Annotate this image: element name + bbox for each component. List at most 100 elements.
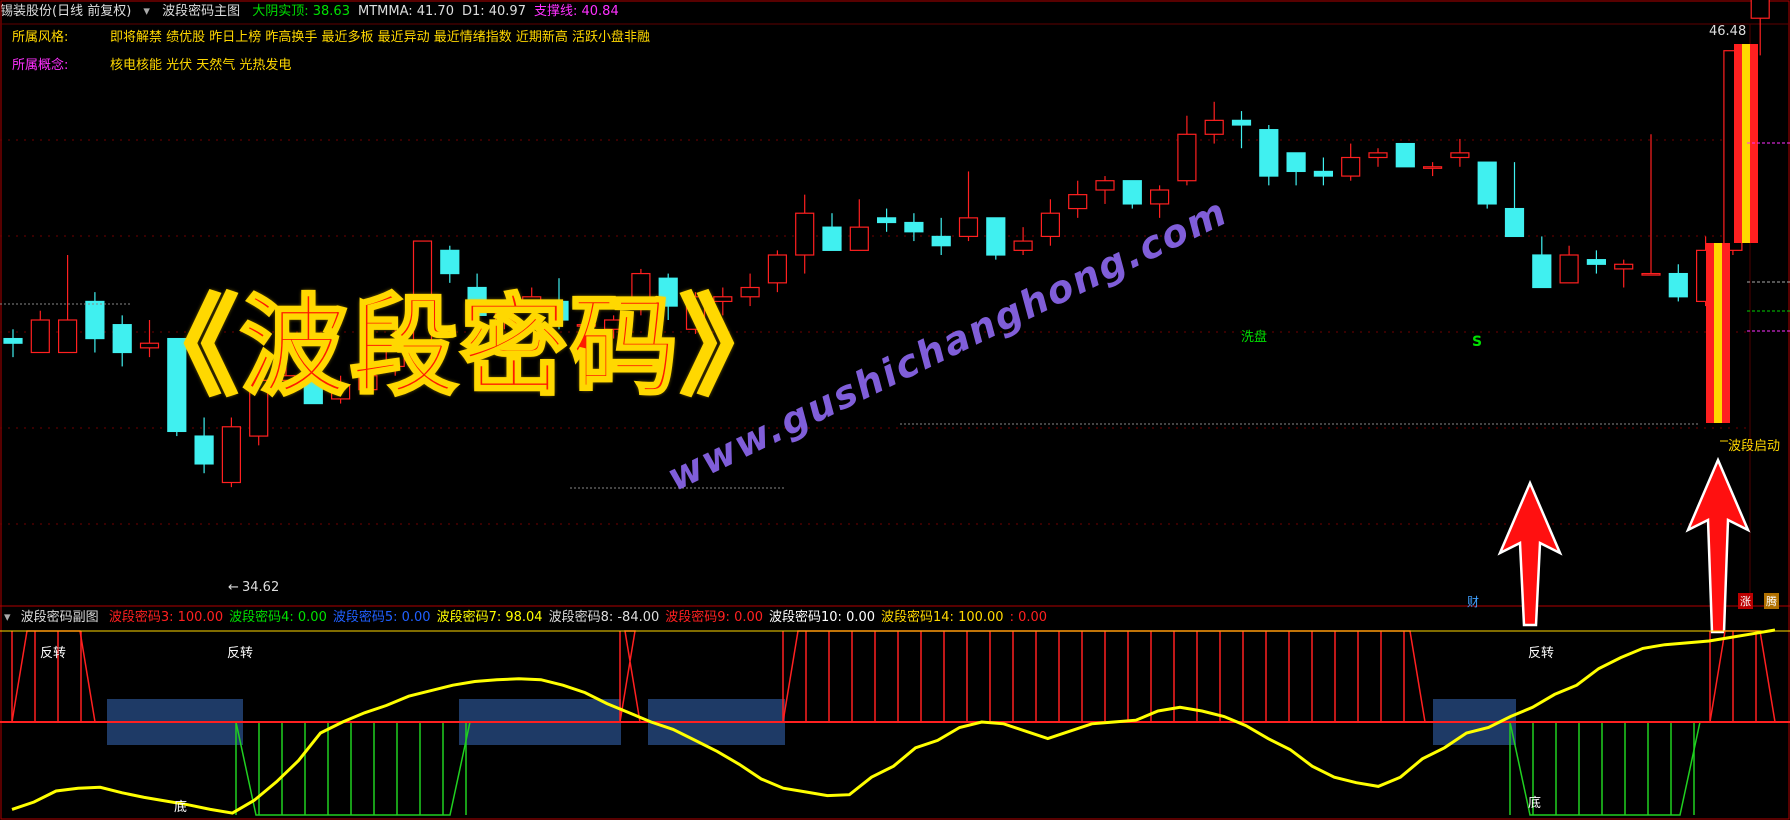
candle-body xyxy=(931,235,951,247)
candle-body xyxy=(1614,263,1634,270)
sub-value-1: 波段密码4: 0.00 xyxy=(229,610,327,625)
candle-body xyxy=(1395,142,1415,168)
candle xyxy=(1068,180,1088,218)
candle xyxy=(1614,259,1634,288)
candle xyxy=(85,292,105,353)
sub-value-3: 波段密码7: 98.04 xyxy=(436,610,543,625)
candle-body xyxy=(1040,212,1061,238)
finance-marker[interactable]: 财 xyxy=(1467,593,1479,610)
candle-body xyxy=(1286,152,1306,173)
candle-body xyxy=(3,337,23,344)
sub-value-5: 波段密码9: 0.00 xyxy=(665,610,764,625)
candle xyxy=(1341,143,1361,181)
candle xyxy=(1040,199,1061,246)
sub-indicator-name[interactable]: 波段密码副图 xyxy=(21,610,99,625)
candle-body xyxy=(1368,152,1388,159)
tab-teng[interactable]: 腾 xyxy=(1764,593,1779,609)
sub-value-8: : 0.00 xyxy=(1009,610,1048,625)
low-price-label: 34.62 xyxy=(242,580,280,595)
bear-outline xyxy=(235,721,471,816)
sub-collapse-icon[interactable]: ▾ xyxy=(4,610,11,625)
candle xyxy=(849,199,869,251)
candle-body xyxy=(1259,129,1279,177)
candle xyxy=(3,329,23,358)
wash-label: 洗盘 xyxy=(1241,330,1268,345)
candle xyxy=(931,217,951,255)
candle-body xyxy=(1095,180,1115,191)
candle-body xyxy=(1641,272,1661,276)
candle xyxy=(1422,162,1443,177)
reverse-label-3: 反转 xyxy=(1528,646,1555,661)
candle-body xyxy=(1750,0,1770,19)
candle-body xyxy=(795,212,815,256)
candle xyxy=(1013,227,1033,255)
candle-body xyxy=(57,319,78,354)
sub-indicator-values: 波段密码3: 100.00 波段密码4: 0.00 波段密码5: 0.00 波段密码7… xyxy=(109,610,1053,625)
candle xyxy=(1559,245,1579,284)
candle-body xyxy=(30,319,50,354)
candle xyxy=(1668,264,1688,302)
candle xyxy=(1532,236,1552,289)
candle xyxy=(986,217,1006,260)
candle xyxy=(1586,250,1607,274)
candle xyxy=(1395,142,1415,168)
candle xyxy=(112,315,132,367)
sub-value-0: 波段密码3: 100.00 xyxy=(108,610,224,625)
candle-body xyxy=(986,217,1006,256)
sub-value-4: 波段密码8: -84.00 xyxy=(548,610,660,625)
candle-body xyxy=(1504,207,1525,238)
candle-body xyxy=(112,324,132,354)
s-signal: S xyxy=(1472,334,1483,350)
candle-body xyxy=(1422,166,1443,169)
tab-zhang[interactable]: 涨 xyxy=(1738,593,1753,609)
sub-value-2: 波段密码5: 0.00 xyxy=(332,610,431,625)
candle-body xyxy=(1559,254,1579,284)
candle-body xyxy=(904,221,924,233)
candle xyxy=(1177,115,1197,186)
candle xyxy=(1286,152,1306,186)
band-start-bar-1-core xyxy=(1714,243,1722,423)
candle-body xyxy=(822,226,842,251)
stock-chart-window: 锡装股份(日线 前复权) ▾ 波段密码主图 大阴实顶: 38.63 MTMMA: … xyxy=(0,0,1790,820)
candle xyxy=(822,213,842,251)
candle xyxy=(194,417,214,474)
reverse-label-2: 反转 xyxy=(227,646,254,661)
bottom-label-2: 底 xyxy=(1528,796,1542,811)
sub-chart-header: ▾ 波段密码副图 波段密码3: 100.00 波段密码4: 0.00 波段密码5: … xyxy=(0,606,1790,628)
candle xyxy=(1450,138,1470,167)
sub-value-7: 波段密码14: 100.00 xyxy=(881,610,1004,625)
up-arrow-1-shape xyxy=(1497,479,1563,627)
candle xyxy=(1259,125,1279,186)
candle-body xyxy=(849,226,869,251)
sub-value-6: 波段密码10: 0.00 xyxy=(769,610,876,625)
candle xyxy=(958,171,979,242)
bull-outline xyxy=(782,630,1426,723)
candle-body xyxy=(1122,180,1142,205)
high-price-label: 46.48 xyxy=(1709,24,1747,39)
overlay-title: 《波段密码》 xyxy=(128,284,791,412)
candle-body xyxy=(1231,119,1252,126)
bottom-label-1: 底 xyxy=(174,800,188,815)
candle-body xyxy=(221,426,241,484)
candle-body xyxy=(958,217,979,238)
candle-body xyxy=(1668,272,1688,298)
candle-body xyxy=(1450,152,1470,159)
candle xyxy=(876,208,897,232)
low-arrow: ← xyxy=(228,580,239,595)
candle xyxy=(221,417,241,488)
candle xyxy=(1122,180,1142,209)
candle xyxy=(1204,101,1224,144)
candle xyxy=(1504,162,1525,238)
candle-body xyxy=(1341,156,1361,177)
candle-body xyxy=(1532,254,1552,289)
candle xyxy=(1641,134,1661,276)
candle xyxy=(1368,148,1388,167)
candle xyxy=(795,194,815,274)
candle-body xyxy=(1477,161,1497,205)
candle-body xyxy=(1149,189,1170,205)
reverse-label-1: 反转 xyxy=(40,646,67,661)
candle-body xyxy=(1313,170,1334,177)
candle-body xyxy=(1068,194,1088,210)
bull-outline xyxy=(619,630,641,723)
candle-body xyxy=(1586,259,1607,265)
